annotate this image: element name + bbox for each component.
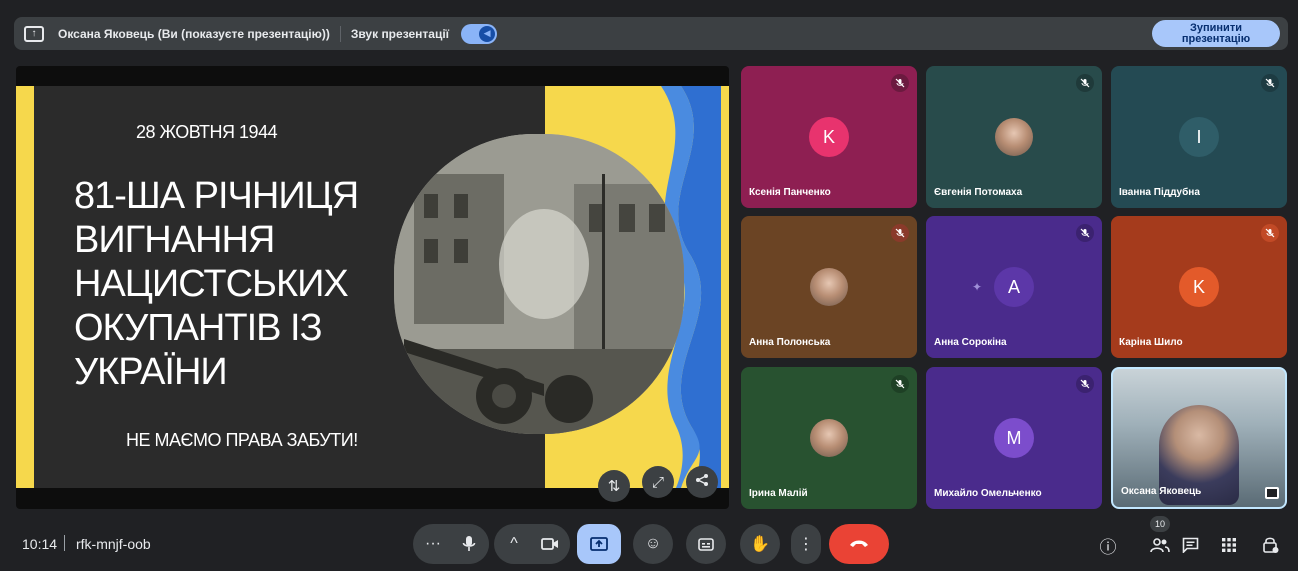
pin-icon[interactable]: ✦ bbox=[972, 280, 982, 294]
swap-layout-button[interactable]: ⇅ bbox=[598, 470, 630, 502]
speaker-icon: ◀ bbox=[479, 25, 496, 42]
hand-icon: ✋ bbox=[750, 536, 770, 553]
participant-photo bbox=[810, 419, 848, 457]
apps-grid-icon bbox=[1222, 538, 1236, 552]
microphone-button[interactable] bbox=[449, 524, 489, 564]
video-options-button[interactable]: ^ bbox=[494, 524, 534, 564]
muted-mic-icon bbox=[891, 74, 909, 92]
participant-tile[interactable]: Анна Полонська bbox=[741, 216, 917, 358]
microphone-icon bbox=[462, 536, 476, 551]
participant-name: Михайло Омельченко bbox=[934, 488, 1042, 499]
muted-mic-icon bbox=[1076, 375, 1094, 393]
participant-tile[interactable]: K Ксенія Панченко bbox=[741, 66, 917, 208]
meeting-code[interactable]: rfk-mnjf-oob bbox=[76, 536, 151, 552]
present-now-button[interactable] bbox=[577, 524, 621, 564]
fullscreen-button[interactable]: ⤢ bbox=[642, 466, 674, 498]
war-photo bbox=[394, 134, 684, 434]
camera-icon bbox=[541, 538, 558, 550]
participant-tile[interactable]: M Михайло Омельченко bbox=[926, 367, 1102, 509]
participant-avatar: K bbox=[809, 117, 849, 157]
divider bbox=[64, 535, 65, 551]
captions-icon bbox=[698, 537, 714, 551]
presentation-audio-label: Звук презентації bbox=[350, 26, 450, 41]
participant-name: Євгенія Потомаха bbox=[934, 187, 1023, 198]
presentation-view: 28 ЖОВТНЯ 1944 81-ША РІЧНИЦЯ ВИГНАННЯ НА… bbox=[16, 66, 729, 509]
raise-hand-button[interactable]: ✋ bbox=[740, 524, 780, 564]
meeting-details-button[interactable]: ⓘ bbox=[1095, 532, 1121, 558]
muted-mic-icon bbox=[1261, 74, 1279, 92]
participant-name: Іванна Піддубна bbox=[1119, 187, 1200, 198]
host-controls-button[interactable] bbox=[1258, 532, 1284, 558]
chat-icon bbox=[1182, 537, 1198, 553]
muted-mic-icon bbox=[891, 224, 909, 242]
info-icon: ⓘ bbox=[1099, 537, 1117, 557]
chat-button[interactable] bbox=[1177, 532, 1203, 558]
microphone-group: ··· bbox=[413, 524, 489, 564]
divider bbox=[339, 25, 341, 42]
captions-button[interactable] bbox=[686, 524, 726, 564]
participant-tile[interactable]: Ірина Малій bbox=[741, 367, 917, 509]
war-photo-image bbox=[394, 134, 684, 434]
more-dots-icon: ··· bbox=[425, 535, 441, 552]
meet-app: ↑ Оксана Яковець (Ви (показуєте презента… bbox=[0, 0, 1298, 571]
participant-photo bbox=[995, 118, 1033, 156]
participant-tile[interactable]: Оксана Яковець bbox=[1111, 367, 1287, 509]
participant-avatar: M bbox=[994, 418, 1034, 458]
slide-tagline: НЕ МАЄМО ПРАВА ЗАБУТИ! bbox=[126, 430, 358, 450]
presentation-audio-toggle[interactable]: ◀ bbox=[461, 23, 498, 44]
self-view-toggle-icon[interactable] bbox=[1265, 487, 1279, 499]
slide-title: 81-ША РІЧНИЦЯ ВИГНАННЯ НАЦИСТСЬКИХ ОКУПА… bbox=[74, 175, 359, 393]
muted-mic-icon bbox=[1076, 224, 1094, 242]
participant-avatar: I bbox=[1179, 117, 1219, 157]
participant-tile[interactable]: A Анна Сорокіна ✦ bbox=[926, 216, 1102, 358]
participant-name: Анна Полонська bbox=[749, 337, 831, 348]
chevron-up-icon: ^ bbox=[510, 535, 518, 552]
leave-call-button[interactable] bbox=[829, 524, 889, 564]
participant-tile[interactable]: Євгенія Потомаха bbox=[926, 66, 1102, 208]
bottom-bar: 10:14 rfk-mnjf-oob ··· ^ ☺ ✋ ⋮ ⓘ 10 bbox=[0, 516, 1298, 571]
participant-name: Ксенія Панченко bbox=[749, 187, 831, 198]
presenter-label: Оксана Яковець (Ви (показуєте презентаці… bbox=[58, 26, 330, 41]
muted-mic-icon bbox=[1261, 224, 1279, 242]
camera-button[interactable] bbox=[530, 524, 570, 564]
participant-tile[interactable]: I Іванна Піддубна bbox=[1111, 66, 1287, 208]
participant-avatar: A bbox=[994, 267, 1034, 307]
swap-icon: ⇅ bbox=[607, 478, 621, 495]
more-vert-icon: ⋮ bbox=[798, 536, 814, 553]
muted-mic-icon bbox=[1076, 74, 1094, 92]
presenting-bar: ↑ Оксана Яковець (Ви (показуєте презента… bbox=[14, 17, 1288, 50]
participant-count-badge: 10 bbox=[1150, 516, 1170, 532]
audio-options-button[interactable]: ··· bbox=[413, 524, 453, 564]
share-slide-button[interactable] bbox=[686, 466, 718, 498]
participant-name: Анна Сорокіна bbox=[934, 337, 1007, 348]
slide: 28 ЖОВТНЯ 1944 81-ША РІЧНИЦЯ ВИГНАННЯ НА… bbox=[16, 86, 729, 488]
end-call-icon bbox=[850, 540, 868, 547]
muted-mic-icon bbox=[891, 375, 909, 393]
clock: 10:14 bbox=[22, 536, 58, 552]
reactions-button[interactable]: ☺ bbox=[633, 524, 673, 564]
present-screen-icon bbox=[590, 537, 608, 551]
expand-icon: ⤢ bbox=[651, 473, 664, 491]
stop-presenting-button[interactable]: Зупинити презентацію bbox=[1152, 20, 1280, 47]
participant-name: Ірина Малій bbox=[749, 488, 808, 499]
share-icon bbox=[695, 473, 709, 491]
participant-avatar: K bbox=[1179, 267, 1219, 307]
more-options-button[interactable]: ⋮ bbox=[791, 524, 821, 564]
participant-tile[interactable]: K Каріна Шило bbox=[1111, 216, 1287, 358]
participant-name: Каріна Шило bbox=[1119, 337, 1183, 348]
slide-date: 28 ЖОВТНЯ 1944 bbox=[136, 122, 278, 142]
participant-photo bbox=[810, 268, 848, 306]
slide-yellow-stripe bbox=[16, 86, 34, 488]
present-screen-icon: ↑ bbox=[24, 25, 44, 42]
people-icon bbox=[1150, 538, 1170, 553]
participant-name: Оксана Яковець bbox=[1121, 486, 1202, 497]
emoji-icon: ☺ bbox=[644, 535, 662, 552]
activities-button[interactable] bbox=[1216, 532, 1242, 558]
camera-group: ^ bbox=[494, 524, 570, 564]
lock-person-icon bbox=[1263, 537, 1279, 553]
people-button[interactable] bbox=[1147, 532, 1173, 558]
